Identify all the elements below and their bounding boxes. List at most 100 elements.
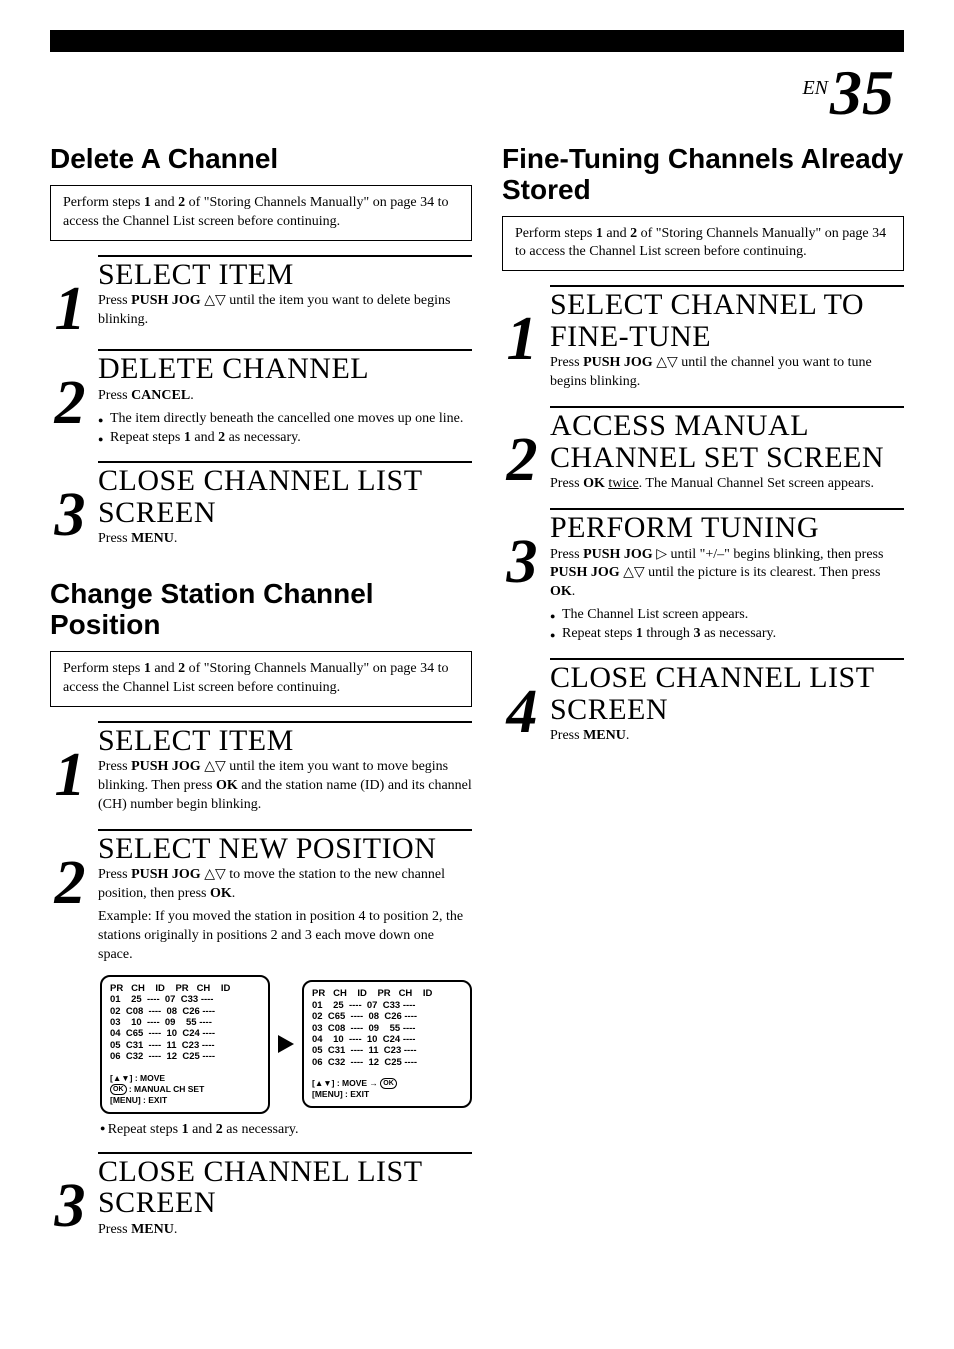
tv-row: 01 25 ---- 07 C33 ---- [312, 1000, 462, 1011]
t: OK [210, 886, 232, 901]
t: Press [550, 547, 583, 562]
t: PUSH JOG [550, 565, 620, 580]
step-title: CLOSE CHANNEL LIST SCREEN [98, 1156, 472, 1219]
example-text: Example: If you moved the station in pos… [98, 908, 472, 965]
t: through [643, 626, 694, 641]
tv-row: 05 C31 ---- 11 C23 ---- [312, 1045, 462, 1056]
step-number: 1 [50, 255, 90, 336]
t: . [174, 531, 178, 546]
t: and [191, 430, 218, 445]
t: Press [550, 476, 583, 491]
intro-text: and [603, 226, 630, 241]
t: Press [98, 1222, 131, 1237]
t: Press [550, 728, 583, 743]
tv-screen-before: PR CH ID PR CH ID 01 25 ---- 07 C33 ----… [100, 975, 270, 1114]
tv-hint: [▲▼] : MOVE [110, 1073, 260, 1084]
delete-step-2: 2 DELETE CHANNEL Press CANCEL. The item … [50, 349, 472, 447]
t: [▲▼] : MOVE → [312, 1078, 380, 1088]
t: Press [98, 867, 131, 882]
tv-row: 03 10 ---- 09 55 ---- [110, 1017, 260, 1028]
tv-header: PR CH ID PR CH ID [110, 983, 260, 994]
step-title: SELECT ITEM [98, 725, 472, 757]
t: . [572, 584, 576, 599]
intro-step1: 1 [144, 661, 151, 676]
t: CANCEL [131, 388, 190, 403]
fine-step-4: 4 CLOSE CHANNEL LIST SCREEN Press MENU. [502, 658, 904, 746]
intro-step1: 1 [144, 195, 151, 210]
t: PUSH JOG [583, 355, 653, 370]
tv-hint: OK : MANUAL CH SET [110, 1084, 260, 1095]
step-number: 1 [50, 721, 90, 815]
tv-hint: [MENU] : EXIT [110, 1095, 260, 1106]
t: 1 [184, 430, 191, 445]
intro-text: Perform steps [63, 661, 144, 676]
fine-step-3: 3 PERFORM TUNING Press PUSH JOG ▷ until … [502, 508, 904, 644]
bullet: The item directly beneath the cancelled … [98, 410, 472, 429]
tv-row: 04 C65 ---- 10 C24 ---- [110, 1028, 260, 1039]
change-intro-box: Perform steps 1 and 2 of "Storing Channe… [50, 651, 472, 707]
t: and [189, 1122, 216, 1137]
step-text: Press PUSH JOG ▷ until "+/–" begins blin… [550, 546, 904, 644]
arrow-right-icon [278, 1035, 294, 1053]
page-prefix: EN [802, 77, 828, 99]
t: ▷ until "+/–" begins blinking, then pres… [653, 547, 884, 562]
change-step-1: 1 SELECT ITEM Press PUSH JOG △▽ until th… [50, 721, 472, 815]
t: PUSH JOG [131, 293, 201, 308]
page-number-row: EN35 [50, 56, 904, 130]
t: PUSH JOG [131, 759, 201, 774]
tv-hint: [MENU] : EXIT [312, 1089, 462, 1100]
step-number: 2 [50, 349, 90, 447]
t: MENU [583, 728, 626, 743]
delete-step-1: 1 SELECT ITEM Press PUSH JOG △▽ until th… [50, 255, 472, 336]
t: as necessary. [225, 430, 301, 445]
tv-row: 03 C08 ---- 09 55 ---- [312, 1023, 462, 1034]
step-text: Press PUSH JOG △▽ until the item you wan… [98, 758, 472, 815]
t: 1 [182, 1122, 189, 1137]
ok-icon: OK [110, 1084, 127, 1095]
t: OK [550, 584, 572, 599]
t: Press [550, 355, 583, 370]
step-title: SELECT CHANNEL TO FINE-TUNE [550, 289, 904, 352]
t: . [190, 388, 194, 403]
step-title: SELECT ITEM [98, 259, 472, 291]
step-number: 3 [50, 461, 90, 549]
t: OK [216, 778, 238, 793]
bullet: Repeat steps 1 through 3 as necessary. [550, 625, 904, 644]
t: Press [98, 293, 131, 308]
tv-row: 01 25 ---- 07 C33 ---- [110, 994, 260, 1005]
t: Press [98, 531, 131, 546]
step-title: SELECT NEW POSITION [98, 833, 472, 865]
ok-icon: OK [380, 1078, 397, 1089]
step-title: PERFORM TUNING [550, 512, 904, 544]
t: PUSH JOG [131, 867, 201, 882]
bullet: Repeat steps 1 and 2 as necessary. [98, 429, 472, 448]
channel-list-figure: PR CH ID PR CH ID 01 25 ---- 07 C33 ----… [100, 975, 472, 1114]
t: Repeat steps [562, 626, 636, 641]
change-position-title: Change Station Channel Position [50, 579, 472, 641]
delete-channel-title: Delete A Channel [50, 144, 472, 175]
t: PUSH JOG [583, 547, 653, 562]
fine-intro-box: Perform steps 1 and 2 of "Storing Channe… [502, 216, 904, 272]
repeat-note: Repeat steps 1 and 2 as necessary. [100, 1122, 472, 1138]
tv-row: 06 C32 ---- 12 C25 ---- [312, 1057, 462, 1068]
t: MENU [131, 531, 174, 546]
step-text: Press MENU. [98, 530, 472, 549]
t: as necessary. [700, 626, 776, 641]
step-text: Press PUSH JOG △▽ until the item you wan… [98, 292, 472, 330]
t: . [626, 728, 630, 743]
step-text: Press OK twice. The Manual Channel Set s… [550, 475, 904, 494]
tv-row: 05 C31 ---- 11 C23 ---- [110, 1040, 260, 1051]
step-text: Press MENU. [98, 1221, 472, 1240]
step-number: 4 [502, 658, 542, 746]
step-number: 2 [502, 406, 542, 494]
step-number: 3 [50, 1152, 90, 1240]
intro-text: Perform steps [515, 226, 596, 241]
step-number: 2 [50, 829, 90, 965]
left-column: Delete A Channel Perform steps 1 and 2 o… [50, 136, 472, 1240]
right-column: Fine-Tuning Channels Already Stored Perf… [502, 136, 904, 1240]
tv-hint: [▲▼] : MOVE → OK [312, 1078, 462, 1089]
t: : MANUAL CH SET [127, 1084, 205, 1094]
step-title: CLOSE CHANNEL LIST SCREEN [550, 662, 904, 725]
step-text: Press PUSH JOG △▽ to move the station to… [98, 866, 472, 964]
intro-text: Perform steps [63, 195, 144, 210]
